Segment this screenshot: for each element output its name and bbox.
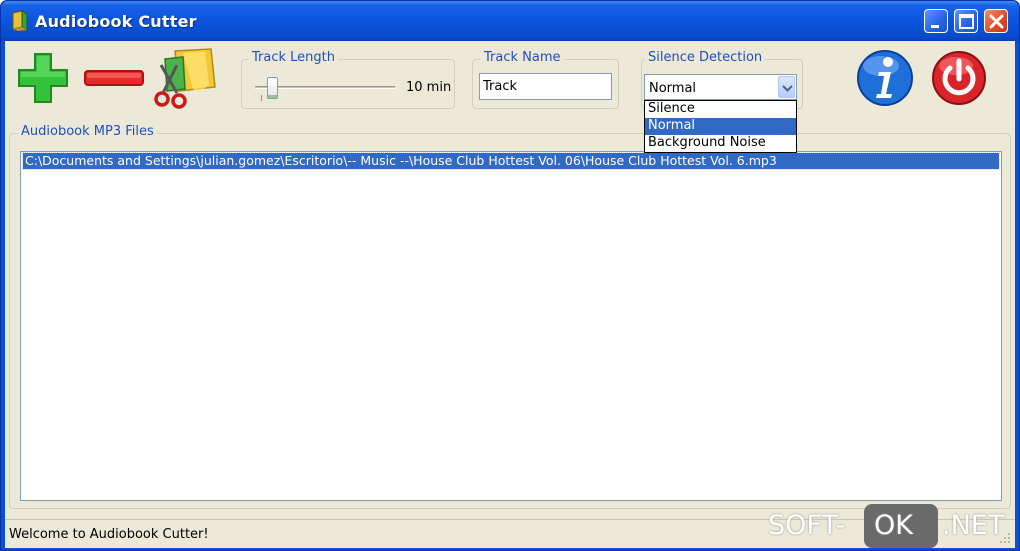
info-icon	[857, 50, 913, 106]
close-button[interactable]	[984, 9, 1008, 33]
info-button[interactable]	[855, 48, 915, 108]
close-icon	[989, 14, 1004, 29]
watermark-middle: OK	[874, 510, 913, 541]
remove-file-button[interactable]	[83, 68, 145, 88]
scissors-folder-icon	[154, 48, 216, 109]
power-icon	[932, 51, 986, 105]
minus-icon	[84, 70, 144, 86]
minimize-icon	[931, 25, 939, 28]
slider-thumb[interactable]	[267, 77, 278, 99]
chevron-down-icon	[782, 85, 793, 92]
slider-tick	[261, 95, 262, 101]
status-text: Welcome to Audiobook Cutter!	[9, 527, 209, 542]
track-name-label: Track Name	[481, 50, 564, 65]
add-file-button[interactable]	[15, 50, 71, 106]
maximize-button[interactable]	[954, 9, 978, 33]
plus-icon	[18, 53, 68, 103]
silence-detection-select[interactable]: Normal	[644, 74, 797, 100]
maximize-icon	[959, 14, 974, 29]
dropdown-button[interactable]	[778, 76, 795, 98]
title-bar[interactable]: Audiobook Cutter	[1, 1, 1019, 41]
silence-detection-options: Silence Normal Background Noise	[644, 100, 797, 153]
files-listbox[interactable]: C:\Documents and Settings\julian.gomez\E…	[20, 151, 1002, 501]
track-length-label: Track Length	[249, 50, 338, 65]
watermark-right: .NET	[942, 510, 1005, 541]
option-background-noise[interactable]: Background Noise	[645, 135, 796, 152]
track-name-input[interactable]	[479, 73, 612, 100]
app-book-icon	[12, 10, 28, 31]
client-area: Track Length 10 min Track Name Silence D…	[5, 41, 1015, 548]
exit-button[interactable]	[930, 49, 988, 107]
track-length-value: 10 min	[406, 80, 452, 95]
silence-detection-value: Normal	[649, 81, 697, 96]
minimize-button[interactable]	[924, 9, 948, 33]
window-title: Audiobook Cutter	[35, 12, 197, 31]
track-length-slider[interactable]	[255, 77, 395, 103]
app-window: Audiobook Cutter Track Length 10 min Tra…	[0, 0, 1020, 551]
option-normal[interactable]: Normal	[645, 118, 796, 135]
silence-detection-label: Silence Detection	[645, 50, 766, 65]
option-silence[interactable]: Silence	[645, 101, 796, 118]
cut-audiobook-button[interactable]	[153, 45, 223, 113]
files-label: Audiobook MP3 Files	[18, 124, 157, 139]
list-item[interactable]: C:\Documents and Settings\julian.gomez\E…	[22, 152, 1000, 170]
watermark-left: SOFT-	[768, 510, 846, 541]
